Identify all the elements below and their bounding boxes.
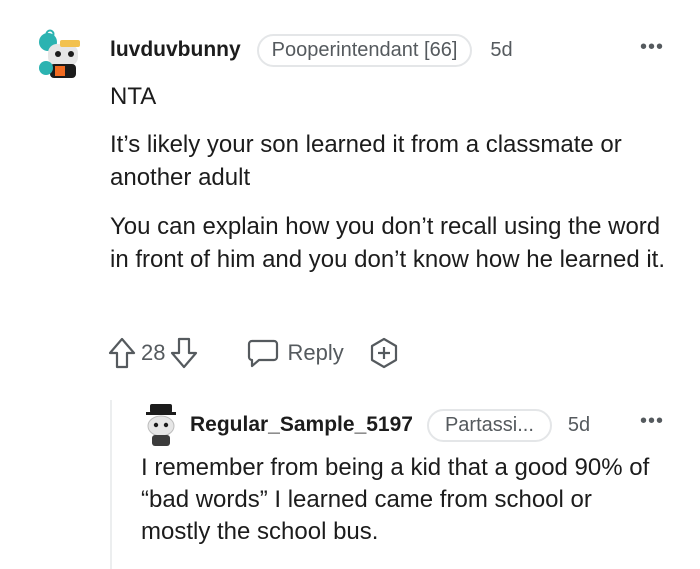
upvote-icon[interactable]	[107, 336, 137, 370]
reply-user-flair: Partassi...	[426, 408, 552, 442]
comment-paragraph: NTA	[110, 83, 157, 110]
username[interactable]: luvduvbunny	[110, 38, 241, 62]
comment-paragraph: It’s likely your son learned it from a c…	[110, 131, 622, 191]
reply-username[interactable]: Regular_Sample_5197	[190, 413, 413, 437]
reply-button[interactable]: Reply	[247, 338, 344, 368]
reply-header: Regular_Sample_5197 Partassi... 5d	[190, 408, 590, 442]
award-icon[interactable]	[368, 337, 400, 369]
reply-label: Reply	[287, 340, 344, 365]
vote-score: 28	[141, 340, 166, 365]
comment-header: luvduvbunny Pooperintendant [66] 5d	[110, 33, 513, 67]
avatar[interactable]	[38, 28, 86, 80]
reply-text: I remember from being a kid that a good …	[141, 454, 650, 545]
comment-paragraph: You can explain how you don’t recall usi…	[110, 213, 665, 273]
thread-line[interactable]	[110, 400, 112, 569]
more-options-icon[interactable]: •••	[640, 410, 664, 433]
comment-age: 5d	[490, 38, 513, 61]
reply-bubble-icon	[248, 339, 279, 368]
more-options-icon[interactable]: •••	[640, 36, 664, 59]
reply-age: 5d	[567, 413, 591, 436]
user-flair: Pooperintendant [66]	[256, 33, 473, 67]
downvote-icon[interactable]	[169, 336, 199, 370]
reply-avatar[interactable]	[142, 402, 180, 448]
comment-actions: 28 Reply	[107, 333, 400, 373]
